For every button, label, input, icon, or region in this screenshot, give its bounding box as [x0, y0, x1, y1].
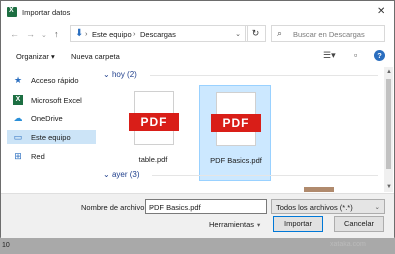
preview-pane-icon[interactable]: ▫: [354, 50, 357, 60]
sidebar-item-label: Red: [31, 152, 45, 161]
excel-icon: X: [13, 95, 23, 105]
help-icon[interactable]: ?: [374, 50, 385, 61]
pdf-file-icon: PDF: [129, 91, 179, 145]
filename-input[interactable]: PDF Basics.pdf ⌄: [145, 199, 267, 214]
excel-icon: [7, 7, 17, 17]
search-placeholder: Buscar en Descargas: [293, 30, 365, 39]
vertical-scrollbar[interactable]: ▲ ▼: [384, 67, 393, 192]
sidebar-item-label: Acceso rápido: [31, 76, 79, 85]
refresh-icon: ↻: [251, 28, 260, 38]
file-type-select[interactable]: Todos los archivos (*.*) ⌄: [271, 199, 385, 214]
row-number: 10: [2, 242, 10, 249]
group-divider: [152, 175, 378, 176]
pdf-badge: PDF: [211, 114, 261, 132]
close-icon[interactable]: ✕: [377, 6, 385, 17]
file-item-table-pdf[interactable]: PDF table.pdf: [118, 85, 188, 181]
group-divider: [150, 75, 378, 76]
navigation-pane: ★ Acceso rápido X Microsoft Excel ☁ OneD…: [1, 67, 99, 192]
window-title: Importar datos: [22, 8, 71, 17]
address-bar[interactable]: ⬇ › Este equipo › Descargas ⌄: [70, 25, 248, 42]
sidebar-item-label: Este equipo: [31, 133, 71, 142]
sidebar-item-onedrive[interactable]: ☁ OneDrive: [7, 111, 96, 125]
file-list: ⌄ hoy (2) PDF table.pdf PDF PDF Basics.p…: [100, 67, 382, 192]
cancel-button[interactable]: Cancelar: [334, 216, 384, 232]
sidebar-item-label: OneDrive: [31, 114, 63, 123]
pdf-file-icon: PDF: [211, 92, 261, 146]
sidebar-item-este-equipo[interactable]: ▭ Este equipo: [7, 130, 96, 144]
scroll-up-icon[interactable]: ▲: [386, 69, 392, 75]
file-name: table.pdf: [138, 155, 168, 164]
back-arrow-icon[interactable]: ←: [10, 29, 19, 39]
search-box[interactable]: ⌕ Buscar en Descargas: [271, 25, 385, 42]
watermark: xataka.com: [330, 241, 366, 248]
new-folder-button[interactable]: Nueva carpeta: [71, 52, 120, 61]
breadcrumb-separator-icon: ›: [85, 29, 88, 38]
organize-button[interactable]: Organizar ▾: [16, 52, 55, 61]
file-type-value: Todos los archivos (*.*): [276, 203, 353, 212]
recent-dropdown-icon[interactable]: ⌄: [41, 31, 47, 39]
address-dropdown-icon[interactable]: ⌄: [235, 30, 241, 38]
pdf-badge: PDF: [129, 113, 179, 131]
titlebar: Importar datos ✕: [1, 1, 394, 23]
network-icon: ⊞: [14, 151, 22, 161]
import-button[interactable]: Importar: [273, 216, 323, 232]
file-name: PDF Basics.pdf: [210, 156, 262, 165]
bottom-panel: Nombre de archivo: PDF Basics.pdf ⌄ Todo…: [1, 193, 394, 238]
forward-arrow-icon[interactable]: →: [26, 29, 35, 39]
view-options-icon[interactable]: ☰▾: [323, 50, 336, 61]
breadcrumb-este-equipo[interactable]: Este equipo: [92, 30, 132, 39]
computer-icon: ▭: [13, 132, 23, 142]
breadcrumb-separator-icon: ›: [133, 29, 136, 38]
file-item-pdf-basics[interactable]: PDF PDF Basics.pdf: [199, 85, 271, 181]
tools-menu[interactable]: Herramientas ▾: [209, 220, 260, 229]
search-icon: ⌕: [277, 28, 283, 38]
cloud-icon: ☁: [13, 113, 23, 123]
sidebar-item-label: Microsoft Excel: [31, 96, 82, 105]
import-dialog: Importar datos ✕ ← → ⌄ ↑ ⬇ › Este equipo…: [0, 0, 395, 238]
sidebar-item-acceso-rapido[interactable]: ★ Acceso rápido: [7, 73, 96, 87]
star-icon: ★: [13, 75, 23, 85]
group-header-yesterday[interactable]: ⌄ ayer (3): [103, 170, 140, 179]
scroll-down-icon[interactable]: ▼: [386, 184, 392, 190]
group-header-today[interactable]: ⌄ hoy (2): [103, 70, 137, 79]
image-thumbnail[interactable]: [304, 187, 334, 192]
chevron-down-icon: ⌄: [374, 204, 380, 211]
filename-label: Nombre de archivo:: [81, 203, 147, 212]
breadcrumb-descargas[interactable]: Descargas: [140, 30, 176, 39]
refresh-button[interactable]: ↻: [245, 25, 266, 42]
up-arrow-icon[interactable]: ↑: [54, 29, 59, 39]
navigation-bar: ← → ⌄ ↑ ⬇ › Este equipo › Descargas ⌄ ↻ …: [1, 23, 394, 45]
filename-dropdown-icon[interactable]: ⌄: [149, 203, 263, 211]
scroll-thumb[interactable]: [386, 79, 391, 169]
chevron-down-icon: ▾: [257, 222, 261, 229]
download-arrow-icon: ⬇: [75, 28, 84, 39]
sidebar-item-microsoft-excel[interactable]: X Microsoft Excel: [7, 93, 96, 107]
sidebar-item-red[interactable]: ⊞ Red: [7, 149, 96, 163]
command-bar: Organizar ▾ Nueva carpeta ☰▾ ▫ ?: [1, 47, 394, 65]
